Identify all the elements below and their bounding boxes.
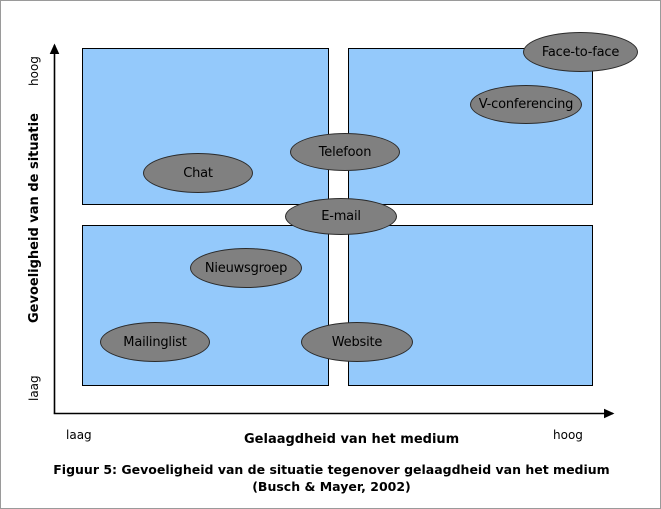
node-e-mail[interactable]: E-mail [285, 198, 397, 235]
figure-container: Face-to-face V-conferencing Telefoon Cha… [0, 0, 661, 509]
node-label-face-to-face: Face-to-face [541, 44, 620, 60]
node-label-e-mail: E-mail [321, 209, 361, 224]
node-telefoon[interactable]: Telefoon [290, 133, 400, 171]
quadrant-bottom-left [82, 225, 329, 386]
node-v-conferencing[interactable]: V-conferencing [470, 85, 582, 124]
plot-area: Face-to-face V-conferencing Telefoon Cha… [1, 1, 660, 508]
x-axis-title: Gelaagdheid van het medium [244, 432, 460, 447]
node-label-chat: Chat [183, 165, 213, 181]
y-tick-laag: laag [27, 375, 41, 401]
node-face-to-face[interactable]: Face-to-face [523, 32, 638, 72]
quadrant-top-right [348, 48, 593, 205]
y-tick-hoog: hoog [27, 56, 41, 86]
caption-line-2: (Busch & Mayer, 2002) [252, 479, 411, 494]
node-label-v-conferencing: V-conferencing [478, 97, 574, 112]
x-tick-laag: laag [66, 428, 92, 442]
node-website[interactable]: Website [301, 322, 413, 362]
figure-caption: Figuur 5: Gevoeligheid van de situatie t… [1, 461, 660, 495]
y-axis-title: Gevoeligheid van de situatie [27, 113, 42, 323]
node-nieuwsgroep[interactable]: Nieuwsgroep [190, 248, 302, 288]
node-label-telefoon: Telefoon [318, 144, 372, 160]
caption-line-1: Figuur 5: Gevoeligheid van de situatie t… [53, 462, 610, 477]
node-chat[interactable]: Chat [143, 153, 253, 193]
node-label-nieuwsgroep: Nieuwsgroep [204, 260, 288, 276]
quadrant-bottom-right [348, 225, 593, 386]
node-label-website: Website [331, 334, 383, 350]
x-tick-hoog: hoog [553, 428, 583, 442]
node-label-mailinglist: Mailinglist [123, 334, 187, 350]
node-mailinglist[interactable]: Mailinglist [100, 322, 210, 362]
